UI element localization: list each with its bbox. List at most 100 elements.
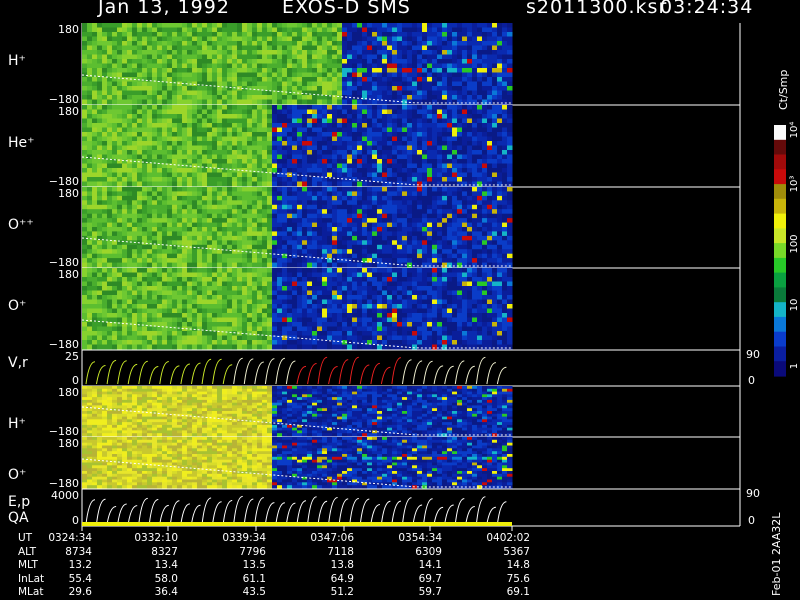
spectrogram-cell — [117, 50, 123, 55]
spectrogram-cell — [132, 227, 138, 232]
spectrogram-cell — [82, 231, 88, 237]
spectrogram-cell — [152, 181, 158, 187]
spectrogram-cell — [177, 240, 183, 246]
spectrogram-cell — [462, 154, 468, 160]
spectrogram-cell — [142, 253, 148, 259]
spectrogram-cell — [212, 123, 218, 128]
spectrogram-cell — [477, 127, 483, 133]
spectrogram-cell — [262, 36, 268, 42]
spectrogram-cell — [317, 59, 323, 64]
spectrogram-cell — [327, 213, 333, 219]
spectrogram-cell — [422, 172, 428, 178]
spectrogram-cell — [347, 154, 353, 160]
spectrogram-cell — [177, 77, 183, 82]
spectrogram-cell — [167, 72, 173, 78]
spectrogram-cell — [187, 209, 193, 215]
spectrogram-cell — [137, 27, 143, 33]
spectrogram-cell — [127, 95, 133, 100]
spectrogram-cell — [427, 159, 433, 164]
spectrogram-cell — [392, 63, 398, 69]
spectrogram-cell — [87, 195, 93, 201]
spectrogram-cell — [182, 59, 188, 64]
spectrogram-cell — [357, 150, 363, 155]
spectrogram-cell — [132, 326, 138, 332]
spectrogram-cell — [307, 204, 313, 210]
spectrogram-cell — [252, 258, 258, 263]
spectrogram-cell — [157, 109, 163, 115]
spectrogram-cell — [402, 72, 408, 78]
spectrogram-cell — [347, 123, 353, 128]
spectrogram-cell — [167, 187, 173, 192]
spectrogram-cell — [437, 159, 443, 164]
spectrogram-cell — [302, 114, 308, 119]
spectrogram-cell — [212, 132, 218, 137]
spectrogram-cell — [337, 253, 343, 259]
spectrogram-cell — [457, 172, 463, 178]
spectrogram-cell — [462, 244, 468, 250]
spectrogram-cell — [132, 99, 138, 105]
spectrogram-cell — [162, 295, 168, 300]
spectrogram-cell — [377, 177, 383, 182]
spectrogram-cell — [232, 150, 238, 155]
spectrogram-cell — [132, 50, 138, 55]
spectrogram-cell — [292, 145, 298, 151]
spectrogram-cell — [152, 41, 158, 46]
spectrogram-cell — [327, 218, 333, 223]
spectrogram-cell — [272, 59, 278, 64]
spectrogram-cell — [137, 36, 143, 42]
spectrogram-cell — [92, 253, 98, 259]
spectrogram-cell — [207, 222, 213, 228]
spectrogram-cell — [137, 317, 143, 323]
spectrogram-cell — [502, 145, 508, 151]
spectrogram-cell — [327, 159, 333, 164]
spectrogram-cell — [452, 118, 458, 124]
spectrogram-cell — [422, 195, 428, 201]
spectrogram-cell — [272, 181, 278, 187]
spectrogram-cell — [162, 77, 168, 82]
spectrogram-cell — [502, 59, 508, 64]
spectrogram-cell — [102, 209, 108, 215]
spectrogram-cell — [242, 23, 248, 28]
spectrogram-cell — [107, 141, 113, 146]
spectrogram-cell — [302, 222, 308, 228]
spectrogram-cell — [392, 213, 398, 219]
spectrogram-cell — [102, 313, 108, 318]
spectrogram-cell — [192, 191, 198, 197]
spectrogram-cell — [412, 23, 418, 28]
spectrogram-cell — [502, 36, 508, 42]
spectrogram-cell — [397, 95, 403, 100]
spectrogram-cell — [347, 213, 353, 219]
spectrogram-cell — [162, 27, 168, 33]
spectrogram-cell — [492, 54, 498, 60]
spectrogram-cell — [82, 181, 88, 187]
spectrogram-cell — [327, 204, 333, 210]
spectrogram-cell — [412, 181, 418, 187]
spectrogram-cell — [357, 63, 363, 69]
spectrogram-cell — [372, 90, 378, 96]
spectrogram-cell — [317, 154, 323, 160]
spectrogram-cell — [132, 141, 138, 146]
spectrogram-cell — [152, 63, 158, 69]
spectrogram-cell — [297, 41, 303, 46]
spectrogram-cell — [447, 136, 453, 142]
spectrogram-cell — [492, 235, 498, 241]
spectrogram-cell — [167, 45, 173, 51]
spectrogram-cell — [507, 222, 513, 228]
spectrogram-cell — [247, 213, 253, 219]
spectrogram-cell — [477, 235, 483, 241]
spectrogram-cell — [172, 177, 178, 182]
spectrogram-cell — [277, 127, 283, 133]
spectrogram-cell — [287, 77, 293, 82]
spectrogram-cell — [377, 227, 383, 232]
spectrogram-cell — [162, 68, 168, 73]
spectrogram-cell — [362, 54, 368, 60]
spectrogram-cell — [357, 136, 363, 142]
spectrogram-cell — [502, 204, 508, 210]
spectrogram-cell — [302, 118, 308, 124]
spectrogram-cell — [222, 222, 228, 228]
spectrogram-cell — [102, 227, 108, 232]
spectrogram-cell — [242, 150, 248, 155]
spectrogram-cell — [262, 163, 268, 169]
spectrogram-cell — [92, 181, 98, 187]
spectrogram-cell — [407, 136, 413, 142]
